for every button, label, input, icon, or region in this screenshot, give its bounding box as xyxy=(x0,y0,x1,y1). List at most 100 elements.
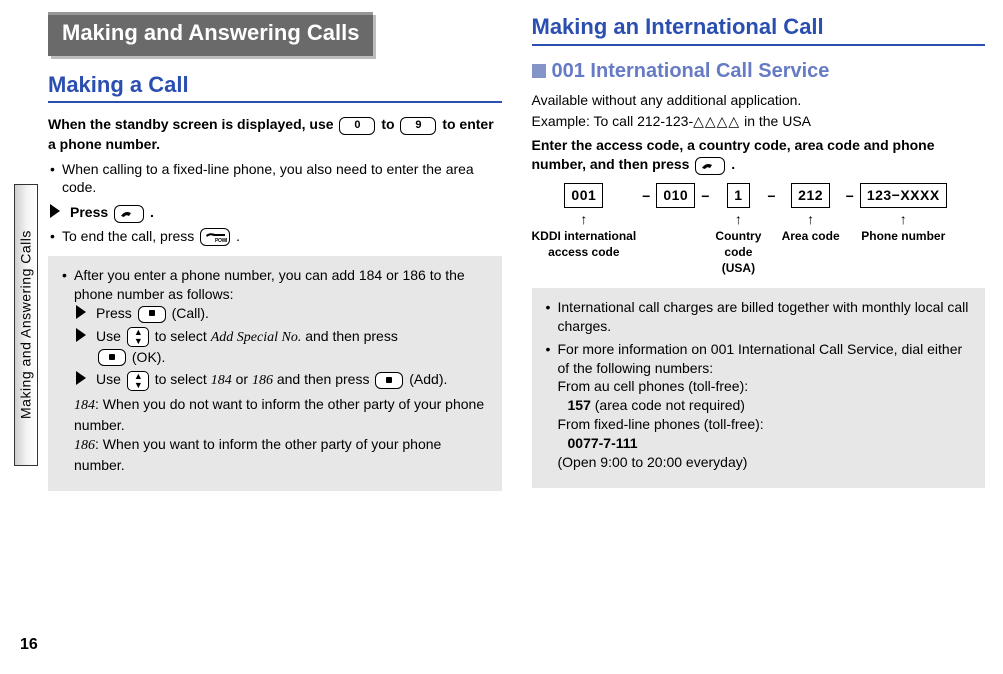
intro-bullet-list: When calling to a fixed-line phone, you … xyxy=(48,160,502,198)
end-call-a: To end the call, press xyxy=(62,228,198,244)
side-section-label: Making and Answering Calls xyxy=(15,185,37,465)
right-note-line5: From fixed-line phones (toll-free): xyxy=(558,415,974,434)
intl-col-3: 1 ↑ Country code (USA) xyxy=(715,183,761,276)
intl-label-4: Area code xyxy=(782,230,840,244)
up-arrow-icon: ↑ xyxy=(580,210,587,229)
note-step1-b: (Call). xyxy=(172,305,209,321)
nav-updown-key-icon: ▲▼ xyxy=(127,327,149,347)
side-section-tab: Making and Answering Calls xyxy=(14,184,38,466)
intro-part-a: When the standby screen is displayed, us… xyxy=(48,116,337,132)
up-arrow-icon: ↑ xyxy=(735,210,742,229)
right-note-line3: From au cell phones (toll-free): xyxy=(558,377,974,396)
note-step-3: Use ▲▼ to select 184 or 186 and then pre… xyxy=(74,370,490,391)
note-step-2: Use ▲▼ to select Add Special No. and the… xyxy=(74,327,490,367)
center-key-icon xyxy=(375,372,403,389)
intl-box-010: 010 xyxy=(656,183,695,208)
desc-184-num: 184 xyxy=(74,398,95,413)
right-note-1: International call charges are billed to… xyxy=(544,298,974,336)
triangle-placeholder-icon: △△△△ xyxy=(693,113,740,129)
call-key-icon xyxy=(114,205,144,223)
press-label: Press xyxy=(70,204,112,220)
end-call-line: To end the call, press POWER . xyxy=(48,227,502,246)
note-186: 186 xyxy=(252,373,273,388)
intl-label-1a: KDDI international xyxy=(532,230,637,244)
note-step2-b: to select xyxy=(155,328,211,344)
square-bullet-icon xyxy=(532,64,546,78)
intro-instruction: When the standby screen is displayed, us… xyxy=(48,115,502,153)
note-box-right: International call charges are billed to… xyxy=(532,288,986,488)
section-title: Making and Answering Calls xyxy=(48,12,373,56)
left-column: Making and Answering Calls Making a Call… xyxy=(48,12,502,662)
intl-box-212: 212 xyxy=(791,183,830,208)
intl-box-123x: 123−XXXX xyxy=(860,183,947,208)
step-arrow-icon xyxy=(76,328,90,342)
key-0-icon: 0 xyxy=(339,117,375,135)
page-body: Making and Answering Calls Making a Call… xyxy=(0,0,1003,674)
intl-number-row: 001 ↑ KDDI international access code − 0… xyxy=(532,183,986,276)
note-step2-d: (OK). xyxy=(132,349,165,365)
center-key-icon xyxy=(138,306,166,323)
up-arrow-icon: ↑ xyxy=(900,210,907,229)
note-intro: After you enter a phone number, you can … xyxy=(60,266,490,475)
intl-col-4: 212 ↑ Area code xyxy=(782,183,840,245)
right-column: Making an International Call 001 Interna… xyxy=(532,12,986,662)
right-note-line4: 157 (area code not required) xyxy=(568,396,974,415)
right-note-2-text: For more information on 001 Internationa… xyxy=(558,341,963,376)
intro-bullet-1: When calling to a fixed-line phone, you … xyxy=(48,160,502,198)
note-step-1: Press (Call). xyxy=(74,304,490,323)
intl-label-3b: code xyxy=(724,246,752,260)
press-call-line: Press . xyxy=(48,203,502,222)
note-bullets: After you enter a phone number, you can … xyxy=(60,266,490,475)
intl-line2-b: in the USA xyxy=(740,113,811,129)
page-number: 16 xyxy=(20,634,38,656)
end-call-list: To end the call, press POWER . xyxy=(48,227,502,246)
right-note-157-rest: (area code not required) xyxy=(591,397,745,413)
note-step3-c: and then press xyxy=(277,371,374,387)
center-key-icon xyxy=(98,349,126,366)
intl-label-3c: (USA) xyxy=(722,262,755,276)
desc-184-text: : When you do not want to inform the oth… xyxy=(74,396,484,433)
note-step2-a: Use xyxy=(96,328,125,344)
right-note-2: For more information on 001 Internationa… xyxy=(544,340,974,472)
note-step3-a: Use xyxy=(96,371,125,387)
intl-label-1b: access code xyxy=(548,246,619,260)
subheading-001-text: 001 International Call Service xyxy=(552,58,830,85)
nav-updown-key-icon: ▲▼ xyxy=(127,371,149,391)
intl-col-5: 123−XXXX ↑ Phone number xyxy=(860,183,947,245)
right-note-list: International call charges are billed to… xyxy=(544,298,974,472)
note-step2-c: and then press xyxy=(305,328,398,344)
desc-186: 186: When you want to inform the other p… xyxy=(74,435,490,475)
step-arrow-icon xyxy=(76,305,90,319)
key-9-icon: 9 xyxy=(400,117,436,135)
intl-label-3a: Country xyxy=(715,230,761,244)
heading-intl-call: Making an International Call xyxy=(532,12,986,46)
desc-186-num: 186 xyxy=(74,438,95,453)
intro-part-b: to xyxy=(381,116,398,132)
note-addspecial: Add Special No. xyxy=(211,330,302,345)
note-intro-text: After you enter a phone number, you can … xyxy=(74,267,465,302)
right-note-line7: (Open 9:00 to 20:00 everyday) xyxy=(558,453,974,472)
intl-box-1: 1 xyxy=(727,183,749,208)
subheading-001: 001 International Call Service xyxy=(532,58,986,85)
intl-col-2: 010 xyxy=(656,183,695,224)
svg-text:POWER: POWER xyxy=(215,238,227,243)
right-note-157: 157 xyxy=(568,397,591,413)
press-dot: . xyxy=(150,204,154,220)
power-key-icon: POWER xyxy=(200,228,230,246)
dash-icon: − xyxy=(642,183,650,206)
dash-icon: − xyxy=(701,183,709,206)
intl-bold-instruction: Enter the access code, a country code, a… xyxy=(532,136,986,174)
intl-col-1: 001 ↑ KDDI international access code xyxy=(532,183,637,260)
note-184: 184 xyxy=(211,373,232,388)
step-arrow-icon xyxy=(50,204,64,218)
note-step3-b: to select xyxy=(155,371,211,387)
intl-line2-a: Example: To call 212-123- xyxy=(532,113,694,129)
intl-bold-b: . xyxy=(731,156,735,172)
note-box-left: After you enter a phone number, you can … xyxy=(48,256,502,491)
right-note-line6: 0077-7-111 xyxy=(568,434,974,453)
up-arrow-icon: ↑ xyxy=(807,210,814,229)
desc-184: 184: When you do not want to inform the … xyxy=(74,395,490,435)
intl-line2: Example: To call 212-123-△△△△ in the USA xyxy=(532,112,986,131)
intl-label-5: Phone number xyxy=(861,230,945,244)
desc-186-text: : When you want to inform the other part… xyxy=(74,436,441,473)
